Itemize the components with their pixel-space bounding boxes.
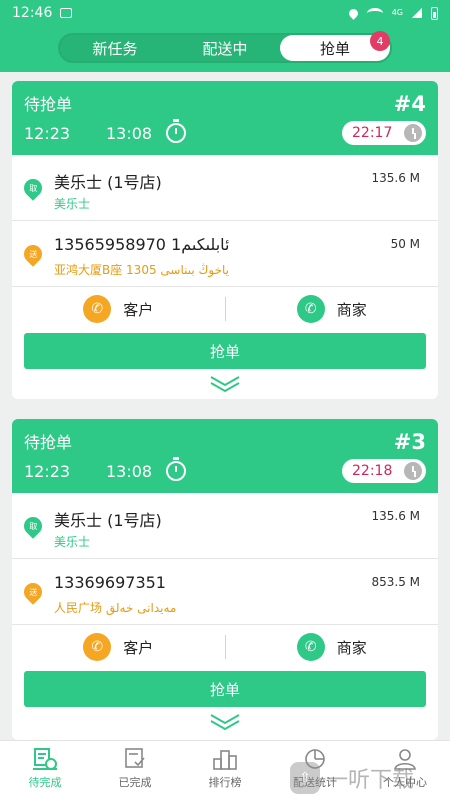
done-icon — [125, 748, 145, 768]
ranking-icon — [213, 750, 237, 770]
nav-ranking[interactable]: 排行榜 — [180, 741, 270, 800]
order-card-header: 待抢单 #3 12:23 13:08 22:18 — [12, 419, 438, 493]
dropoff-pin-icon: 送 — [20, 579, 46, 605]
signal-icon — [412, 8, 422, 18]
contact-bar: ✆ 客户 ✆ 商家 — [12, 625, 438, 669]
watermark-text: 一听下载 — [326, 768, 415, 793]
call-customer-button[interactable]: ✆ 客户 — [12, 295, 225, 323]
bottom-navigation: 待完成 已完成 排行榜 配送统计 个人中心 ⇧ 一听下载 — [0, 740, 450, 800]
app-header: 12:46 4G 新任务 配送中 抢单 4 — [0, 0, 450, 72]
grab-order-button[interactable]: 抢单 — [24, 671, 426, 707]
order-card: 待抢单 #3 12:23 13:08 22:18 取 美乐士 (1号店) 美乐士… — [12, 419, 438, 740]
dropoff-row[interactable]: 送 13369697351 人民广场 مەيدانى خەلق 853.5 M — [12, 559, 438, 625]
grab-order-button[interactable]: 抢单 — [24, 333, 426, 369]
grab-count-badge: 4 — [370, 31, 390, 51]
nav-completed[interactable]: 已完成 — [90, 741, 180, 800]
stopwatch-icon — [166, 119, 186, 143]
phone-icon: ✆ — [296, 295, 325, 323]
deadline-pill: 22:18 — [342, 459, 426, 483]
call-customer-button[interactable]: ✆ 客户 — [12, 633, 225, 661]
order-time-elapsed: 13:08 — [106, 124, 153, 143]
nav-pending-label: 待完成 — [28, 776, 62, 789]
wifi-icon — [366, 7, 383, 19]
dropoff-address: 亚鸿大厦B座 1305 ياخوڭ بىناسى — [54, 263, 230, 277]
tab-new-tasks[interactable]: 新任务 — [60, 35, 170, 61]
order-tabs: 新任务 配送中 抢单 4 — [58, 31, 392, 63]
status-time: 12:46 — [12, 5, 53, 21]
dropoff-row[interactable]: 送 13565958970 ئابلىكىم1 亚鸿大厦B座 1305 ياخو… — [12, 221, 438, 287]
pickup-pin-icon: 取 — [20, 175, 46, 201]
call-merchant-button[interactable]: ✆ 商家 — [226, 633, 439, 661]
phone-icon: ✆ — [83, 633, 112, 661]
order-number: #4 — [393, 92, 426, 116]
pickup-name: 美乐士 (1号店) — [54, 511, 162, 530]
deadline-time: 22:17 — [352, 125, 393, 141]
dropoff-name: 13369697351 — [54, 573, 166, 592]
pickup-sub: 美乐士 — [54, 197, 91, 211]
order-status: 待抢单 — [24, 95, 73, 114]
pickup-name: 美乐士 (1号店) — [54, 173, 162, 192]
dropoff-name: 13565958970 ئابلىكىم1 — [54, 235, 230, 254]
call-merchant-button[interactable]: ✆ 商家 — [226, 295, 439, 323]
customer-label: 客户 — [123, 300, 154, 319]
tab-delivering[interactable]: 配送中 — [170, 35, 280, 61]
order-status: 待抢单 — [24, 433, 73, 452]
order-time-placed: 12:23 — [24, 462, 71, 481]
pickup-row[interactable]: 取 美乐士 (1号店) 美乐士 135.6 M — [12, 493, 438, 559]
customer-label: 客户 — [123, 638, 154, 657]
order-card-header: 待抢单 #4 12:23 13:08 22:17 — [12, 81, 438, 155]
deadline-time: 22:18 — [352, 463, 393, 479]
watermark: ⇧ 一听下载 — [290, 758, 450, 798]
nav-pending[interactable]: 待完成 — [0, 741, 90, 800]
nav-ranking-label: 排行榜 — [208, 776, 242, 789]
expand-chevron-icon[interactable] — [12, 707, 438, 737]
merchant-label: 商家 — [336, 300, 367, 319]
pickup-sub: 美乐士 — [54, 535, 91, 549]
battery-icon — [431, 6, 438, 20]
order-number: #3 — [393, 430, 426, 454]
dropoff-distance: 853.5 M — [371, 575, 420, 589]
phone-icon: ✆ — [83, 295, 112, 323]
dropoff-pin-icon: 送 — [20, 241, 46, 267]
phone-icon: ✆ — [296, 633, 325, 661]
deadline-pill: 22:17 — [342, 121, 426, 145]
order-time-elapsed: 13:08 — [106, 462, 153, 481]
order-time-placed: 12:23 — [24, 124, 71, 143]
contact-bar: ✆ 客户 ✆ 商家 — [12, 287, 438, 331]
clock-icon — [404, 124, 422, 142]
order-card: 待抢单 #4 12:23 13:08 22:17 取 美乐士 (1号店) 美乐士… — [12, 81, 438, 399]
pending-icon — [33, 748, 57, 770]
merchant-label: 商家 — [336, 638, 367, 657]
network-type: 4G — [391, 8, 403, 17]
stopwatch-icon — [166, 457, 186, 481]
nav-completed-label: 已完成 — [118, 776, 152, 789]
clock-icon — [404, 462, 422, 480]
dropoff-address: 人民广场 مەيدانى خەلق — [54, 601, 177, 615]
image-notification-icon — [60, 8, 73, 18]
pickup-distance: 135.6 M — [371, 509, 420, 523]
status-bar: 12:46 4G — [0, 0, 450, 26]
pickup-distance: 135.6 M — [371, 171, 420, 185]
pickup-row[interactable]: 取 美乐士 (1号店) 美乐士 135.6 M — [12, 155, 438, 221]
expand-chevron-icon[interactable] — [12, 369, 438, 399]
pickup-pin-icon: 取 — [20, 513, 46, 539]
dropoff-distance: 50 M — [390, 237, 420, 251]
watermark-logo-icon: ⇧ — [290, 762, 320, 794]
location-icon — [346, 6, 360, 20]
